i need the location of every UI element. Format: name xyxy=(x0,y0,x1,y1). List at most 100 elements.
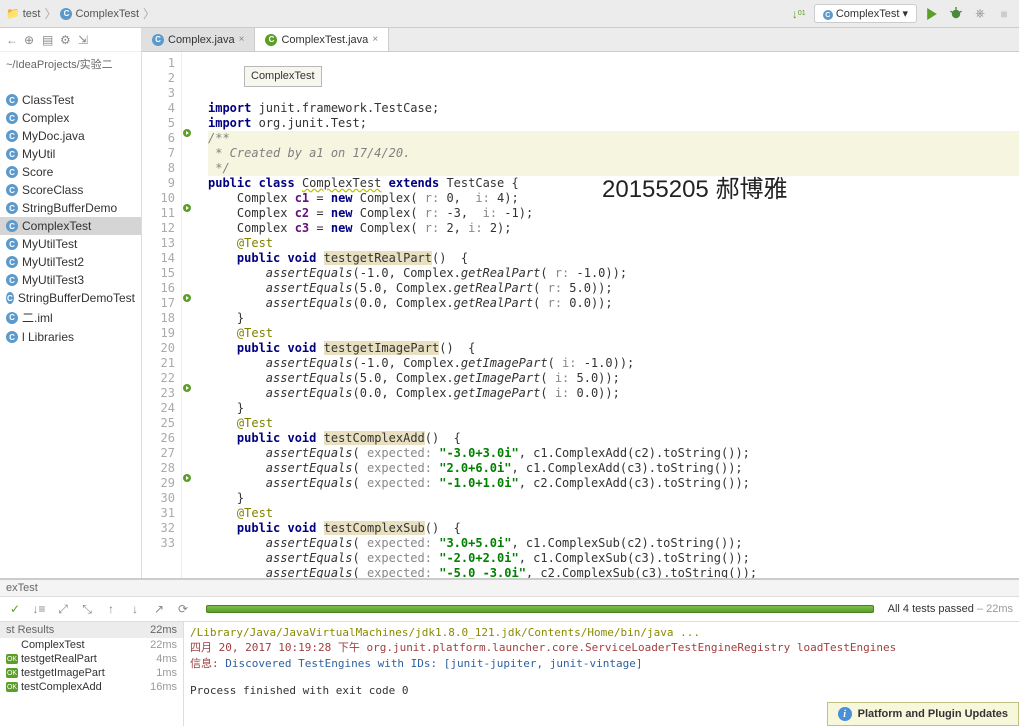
tab-complex[interactable]: C Complex.java × xyxy=(142,28,255,51)
breadcrumb-item-test[interactable]: 📁 test xyxy=(6,7,40,20)
code-content[interactable]: ComplexTest import junit.framework.TestC… xyxy=(200,52,1019,578)
summary-text: All 4 tests passed xyxy=(888,603,974,615)
tab-label: ComplexTest.java xyxy=(281,34,368,46)
history-icon[interactable]: ⟳ xyxy=(174,600,192,618)
info-icon: i xyxy=(838,707,852,721)
test-result-row[interactable]: OKtestComplexAdd16ms xyxy=(0,680,183,694)
console-line: /Library/Java/JavaVirtualMachines/jdk1.8… xyxy=(190,626,1013,639)
panel-title: exTest xyxy=(0,580,1019,597)
chevron-right-icon: 〉 xyxy=(44,5,56,22)
debug-button[interactable] xyxy=(947,5,965,23)
tooltip: ComplexTest xyxy=(244,66,322,87)
folder-icon: 📁 xyxy=(6,7,20,20)
test-summary: All 4 tests passed – 22ms xyxy=(888,603,1013,615)
class-icon: C xyxy=(6,292,14,304)
class-icon: C xyxy=(6,220,18,232)
coverage-button[interactable]: ⎈ xyxy=(971,5,989,23)
editor-tabs: C Complex.java × C ComplexTest.java × xyxy=(142,28,1019,52)
class-icon: C xyxy=(6,238,18,250)
project-path: ~/IdeaProjects/实验二 xyxy=(0,52,141,76)
next-icon[interactable]: ↓ xyxy=(126,600,144,618)
sidebar-item[interactable]: CScoreClass xyxy=(0,181,141,199)
run-gutter-icon[interactable] xyxy=(182,128,192,138)
run-gutter-icon[interactable] xyxy=(182,383,192,393)
run-button[interactable] xyxy=(923,5,941,23)
test-pass-icon: OK xyxy=(6,668,18,678)
sidebar-item[interactable]: CMyUtil xyxy=(0,145,141,163)
main-area: ← ⊕ ▤ ⚙ ⇲ ~/IdeaProjects/实验二 CClassTestC… xyxy=(0,28,1019,578)
top-toolbar: 📁 test 〉 C ComplexTest 〉 ↓01 C ComplexTe… xyxy=(0,0,1019,28)
summary-time: – 22ms xyxy=(977,603,1013,615)
test-toolbar: ✓ ↓≡ ⤢ ⤡ ↑ ↓ ↗ ⟳ All 4 tests passed – 22… xyxy=(0,597,1019,622)
console-line: 四月 20, 2017 10:19:28 下午 org.junit.platfo… xyxy=(190,639,1013,655)
run-gutter-icon[interactable] xyxy=(182,203,192,213)
run-gutter-icon[interactable] xyxy=(182,293,192,303)
console-line: Process finished with exit code 0 xyxy=(190,684,1013,697)
run-gutter-icon[interactable] xyxy=(182,473,192,483)
test-result-row[interactable]: OKtestgetRealPart4ms xyxy=(0,652,183,666)
tree-header-label: st Results xyxy=(6,624,54,636)
tab-label: Complex.java xyxy=(168,34,235,46)
test-pass-icon: OK xyxy=(6,654,18,664)
sidebar-item[interactable]: CComplexTest xyxy=(0,217,141,235)
expand-icon[interactable]: ▤ xyxy=(42,33,56,47)
class-icon: C xyxy=(6,202,18,214)
update-popup[interactable]: i Platform and Plugin Updates xyxy=(827,702,1019,726)
sort-icon[interactable]: ↓≡ xyxy=(30,600,48,618)
run-configuration[interactable]: C ComplexTest ▾ xyxy=(814,4,917,24)
project-sidebar: ← ⊕ ▤ ⚙ ⇲ ~/IdeaProjects/实验二 CClassTestC… xyxy=(0,28,142,578)
sidebar-item[interactable]: CStringBufferDemoTest xyxy=(0,289,141,307)
class-icon: C xyxy=(265,34,277,46)
tree-header-time: 22ms xyxy=(150,624,177,636)
expand-all-icon[interactable]: ⤢ xyxy=(54,600,72,618)
class-icon: C xyxy=(6,256,18,268)
sidebar-item[interactable]: CStringBufferDemo xyxy=(0,199,141,217)
class-icon: C xyxy=(60,8,72,20)
sidebar-item[interactable]: CMyUtilTest3 xyxy=(0,271,141,289)
code-editor[interactable]: 1234567891011121314151617181920212223242… xyxy=(142,52,1019,578)
class-icon: C xyxy=(6,184,18,196)
class-icon: C xyxy=(6,274,18,286)
class-icon: C xyxy=(6,166,18,178)
run-config-label: ComplexTest xyxy=(836,8,900,20)
test-result-row[interactable]: OKtestgetImagePart1ms xyxy=(0,666,183,680)
collapse-all-icon[interactable]: ⤡ xyxy=(78,600,96,618)
make-project-icon[interactable]: ↓01 xyxy=(790,5,808,23)
sidebar-item[interactable]: CComplex xyxy=(0,109,141,127)
test-progress-bar xyxy=(206,605,874,613)
class-icon: C xyxy=(6,312,18,324)
class-icon: C xyxy=(6,331,18,343)
stop-button[interactable]: ■ xyxy=(995,5,1013,23)
sidebar-item[interactable]: CClassTest xyxy=(0,91,141,109)
sidebar-item[interactable]: CMyUtilTest2 xyxy=(0,253,141,271)
test-result-row[interactable]: ComplexTest22ms xyxy=(0,638,183,652)
collapse-icon[interactable]: ⇲ xyxy=(78,33,92,47)
breadcrumb: 📁 test 〉 C ComplexTest 〉 xyxy=(6,5,790,22)
editor-area: C Complex.java × C ComplexTest.java × 12… xyxy=(142,28,1019,578)
sidebar-item[interactable]: CMyUtilTest xyxy=(0,235,141,253)
console-line: 信息: Discovered TestEngines with IDs: [ju… xyxy=(190,655,1013,671)
target-icon[interactable]: ⊕ xyxy=(24,33,38,47)
sidebar-item[interactable]: Cl Libraries xyxy=(0,328,141,346)
class-icon: C xyxy=(6,94,18,106)
class-icon: C xyxy=(6,130,18,142)
close-icon[interactable]: × xyxy=(239,34,245,45)
sidebar-item[interactable]: CScore xyxy=(0,163,141,181)
sidebar-item[interactable]: CMyDoc.java xyxy=(0,127,141,145)
tab-complextest[interactable]: C ComplexTest.java × xyxy=(255,28,389,51)
gear-icon[interactable]: ⚙ xyxy=(60,33,74,47)
chevron-right-icon: 〉 xyxy=(143,5,155,22)
export-icon[interactable]: ↗ xyxy=(150,600,168,618)
breadcrumb-item-complextest[interactable]: C ComplexTest xyxy=(60,8,139,20)
prev-icon[interactable]: ↑ xyxy=(102,600,120,618)
class-icon: C xyxy=(823,10,833,20)
class-icon: C xyxy=(152,34,164,46)
gutter-icons xyxy=(182,52,200,578)
filter-icon[interactable]: ✓ xyxy=(6,600,24,618)
sidebar-item[interactable]: C二.iml xyxy=(0,307,141,328)
back-icon[interactable]: ← xyxy=(6,33,20,47)
popup-text: Platform and Plugin Updates xyxy=(858,708,1008,720)
sidebar-toolbar: ← ⊕ ▤ ⚙ ⇲ xyxy=(0,28,141,52)
close-icon[interactable]: × xyxy=(372,34,378,45)
project-tree: CClassTestCComplexCMyDoc.javaCMyUtilCSco… xyxy=(0,76,141,346)
